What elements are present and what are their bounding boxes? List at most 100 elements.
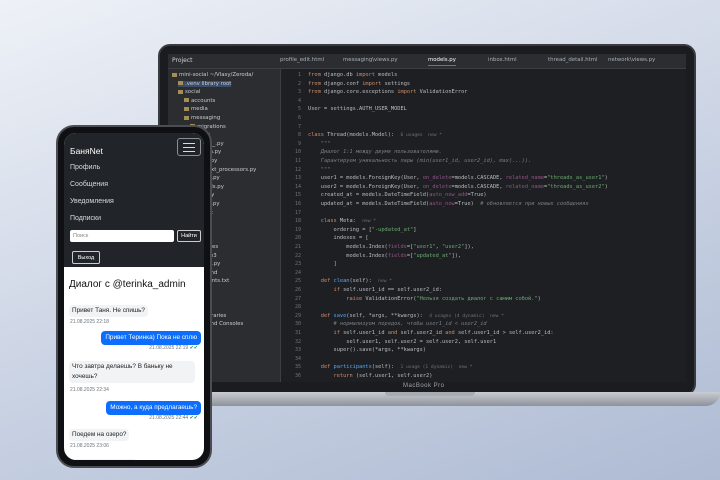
code-line: Гарантируем уникальность пары (min(user1… xyxy=(308,158,531,164)
message-timestamp: 21.08.2025 23:06 xyxy=(70,443,109,449)
code-token: """ xyxy=(308,140,331,147)
code-token: save xyxy=(333,312,347,319)
line-number: 33 xyxy=(294,347,301,354)
code-token: # нормализуем порядок, чтобы user1_id < … xyxy=(308,321,487,328)
tree-label: accounts xyxy=(191,97,216,104)
code-token: models xyxy=(378,72,398,78)
code-token: Thread(models.Model): xyxy=(327,132,401,139)
editor-tab[interactable]: network\views.py xyxy=(608,57,655,63)
code-token: def xyxy=(308,312,334,319)
folder-icon xyxy=(184,98,189,103)
code-line: Диалог 1:1 между двумя пользователями. xyxy=(308,149,442,155)
code-token: ordering = [ xyxy=(308,226,372,233)
code-token: import xyxy=(362,80,385,87)
folder-icon xyxy=(184,106,189,111)
incoming-message: Привет Таня. Не спишь? xyxy=(69,305,148,317)
code-token: from xyxy=(308,72,324,78)
code-line: models.Index(fields=["user1", "user2"]), xyxy=(308,244,474,250)
editor-tab[interactable]: inbox.html xyxy=(488,57,517,63)
editor-tab[interactable]: thread_detail.html xyxy=(548,57,598,63)
code-token: fields xyxy=(387,244,407,250)
nav-subscriptions[interactable]: Подписки xyxy=(70,215,101,222)
nav-messages[interactable]: Сообщения xyxy=(70,181,108,188)
code-token: django.conf xyxy=(323,80,363,87)
code-token: from xyxy=(308,80,324,87)
hamburger-icon xyxy=(183,147,195,149)
editor-tab[interactable]: models.py xyxy=(428,57,456,66)
code-token: related_name xyxy=(505,183,545,190)
search-input[interactable]: Поиск xyxy=(70,230,174,242)
line-number: 19 xyxy=(294,226,301,233)
code-line: created_at = models.DateTimeField(auto_n… xyxy=(308,192,487,198)
phone-screen: БаняNet Профиль Сообщения Уведомления По… xyxy=(64,133,204,460)
code-token: and xyxy=(445,330,458,336)
code-token: ValidationError( xyxy=(365,295,417,302)
code-editor[interactable]: from django.db import models from django.… xyxy=(308,69,686,382)
code-token: models.Index( xyxy=(308,252,388,259)
message-timestamp: 21.08.2025 22:44 ✔✔ xyxy=(149,415,198,421)
code-token: class xyxy=(308,218,340,225)
code-line: super().save(*args, **kwargs) xyxy=(308,347,427,353)
line-number: 26 xyxy=(294,287,301,293)
code-token: =True) xyxy=(454,201,481,207)
line-number: 18 xyxy=(294,218,301,225)
code-line: class Meta: new * xyxy=(308,218,376,224)
line-number: 4 xyxy=(297,97,301,104)
code-line: def clean(self): new * xyxy=(308,278,392,284)
tree-folder[interactable]: media xyxy=(184,106,208,112)
code-token: self.user1_id > self.user2_id: xyxy=(457,330,554,336)
code-line: models.Index(fields=["updated_at"]), xyxy=(308,253,461,259)
tree-folder[interactable]: mini-social ~/Vlasy/Zeroda/ xyxy=(172,72,253,78)
code-token: # обновляется при новых сообщениях xyxy=(480,201,589,207)
code-token: django.core.exceptions xyxy=(323,89,398,96)
code-token: ValidationError xyxy=(419,89,468,96)
line-number: 22 xyxy=(294,252,301,259)
outgoing-message: Можно, а куда предлагаешь? xyxy=(106,401,201,415)
code-token: from xyxy=(308,89,324,96)
code-token: "user2" xyxy=(441,244,465,250)
code-token: indexes = [ xyxy=(308,235,369,242)
code-token: Meta: xyxy=(339,218,363,225)
code-line: if self.user1_id == self.user2_id: xyxy=(308,287,442,293)
code-token: "threads_as_user1" xyxy=(547,175,605,182)
code-token: self.user1_id == self.user2_id: xyxy=(343,287,442,293)
nav-notifications[interactable]: Уведомления xyxy=(70,198,114,205)
nav-profile[interactable]: Профиль xyxy=(70,164,100,171)
editor-tab-bar: Project profile_edit.html messaging\views… xyxy=(168,54,686,69)
code-token: settings xyxy=(384,80,411,87)
line-number: 30 xyxy=(294,321,301,328)
code-token: auto_now_add xyxy=(429,192,468,199)
code-line: ordering = ["-updated_at"] xyxy=(308,226,417,233)
line-number: 16 xyxy=(294,201,301,207)
code-token: 6 usages xyxy=(400,133,429,139)
folder-icon xyxy=(178,89,183,94)
code-token: raise xyxy=(308,295,366,302)
line-number: 21 xyxy=(294,244,301,250)
line-number: 17 xyxy=(294,209,301,216)
code-token: User = settings.AUTH_USER_MODEL xyxy=(308,106,407,113)
hamburger-icon xyxy=(183,143,195,145)
code-token: Диалог 1:1 между двумя пользователями. xyxy=(308,149,442,156)
brand-logo[interactable]: БаняNet xyxy=(70,146,103,156)
editor-tab[interactable]: profile_edit.html xyxy=(280,57,324,63)
code-line: ] xyxy=(308,261,337,267)
code-token: import xyxy=(397,89,420,96)
laptop-mockup: Project profile_edit.html messaging\views… xyxy=(158,44,696,396)
incoming-message: Поедем на озеро? xyxy=(69,429,130,441)
tree-folder[interactable]: social xyxy=(178,89,200,95)
tree-folder[interactable]: messaging xyxy=(184,115,220,121)
device-label: MacBook Pro xyxy=(403,383,445,389)
editor-tab[interactable]: messaging\views.py xyxy=(343,57,398,63)
project-label[interactable]: Project xyxy=(172,57,193,64)
menu-toggle-button[interactable] xyxy=(177,138,201,156)
code-token: fields xyxy=(387,252,407,259)
code-token: related_name xyxy=(505,175,545,182)
line-number: 31 xyxy=(294,330,301,336)
code-token: on_delete xyxy=(422,175,452,182)
ide-window: Project profile_edit.html messaging\views… xyxy=(168,54,686,382)
tree-folder[interactable]: accounts xyxy=(184,98,215,104)
tree-folder[interactable]: .venv library root xyxy=(178,80,232,87)
line-number: 20 xyxy=(294,235,301,242)
logout-button[interactable]: Выход xyxy=(72,251,100,264)
search-button[interactable]: Найти xyxy=(177,230,201,242)
